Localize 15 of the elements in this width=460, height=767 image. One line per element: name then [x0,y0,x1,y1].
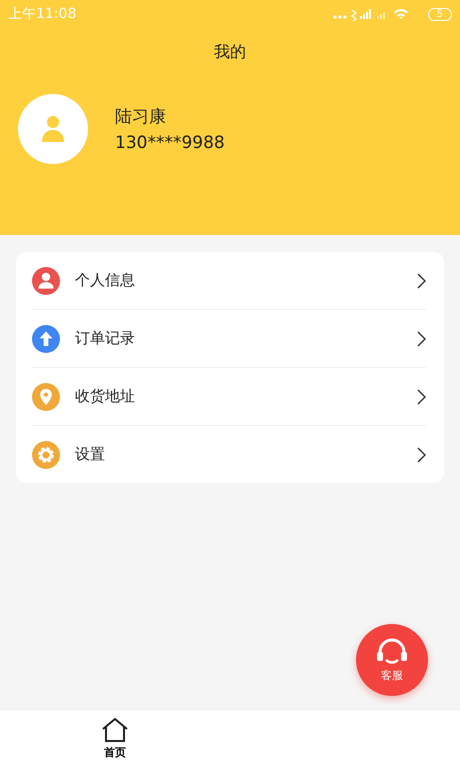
menu-item[interactable]: 订单记录 [32,310,426,368]
menu-item[interactable]: 设置 [32,426,426,483]
customer-service-button[interactable]: 客服 [356,624,428,696]
menu-item[interactable]: 收货地址 [32,368,426,426]
chevron-right-icon [417,272,426,288]
chevron-right-icon [417,446,426,462]
home-icon [101,717,129,743]
chevron-right-icon [417,330,426,346]
page-title: 我的 [214,42,246,63]
status-time: 上午11:08 [8,5,78,23]
battery-icon: 5 [428,8,452,20]
chevron-right-icon [417,388,426,404]
menu-item[interactable]: 个人信息 [32,252,426,310]
user-name: 陆习康 [115,106,166,128]
phone-number: 130****9988 [115,133,225,153]
